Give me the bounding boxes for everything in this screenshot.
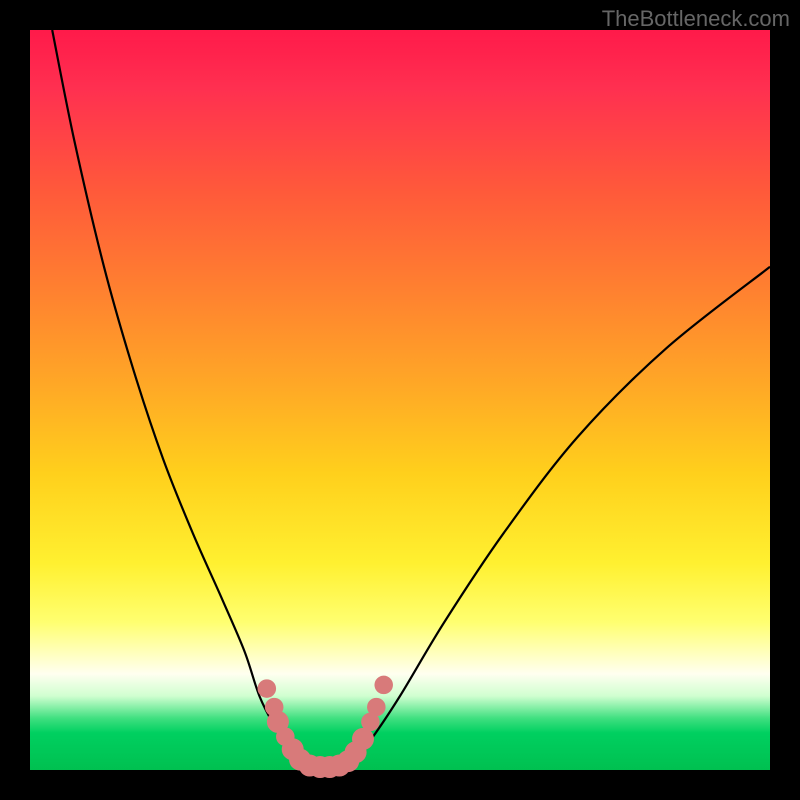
marker-dot (258, 679, 277, 698)
marker-dot (374, 676, 393, 695)
marker-dot (367, 698, 386, 717)
chart-svg (30, 30, 770, 770)
bottleneck-curve (52, 30, 770, 769)
marker-dot (352, 728, 374, 750)
watermark-text: TheBottleneck.com (602, 6, 790, 32)
curve-markers (258, 676, 393, 778)
